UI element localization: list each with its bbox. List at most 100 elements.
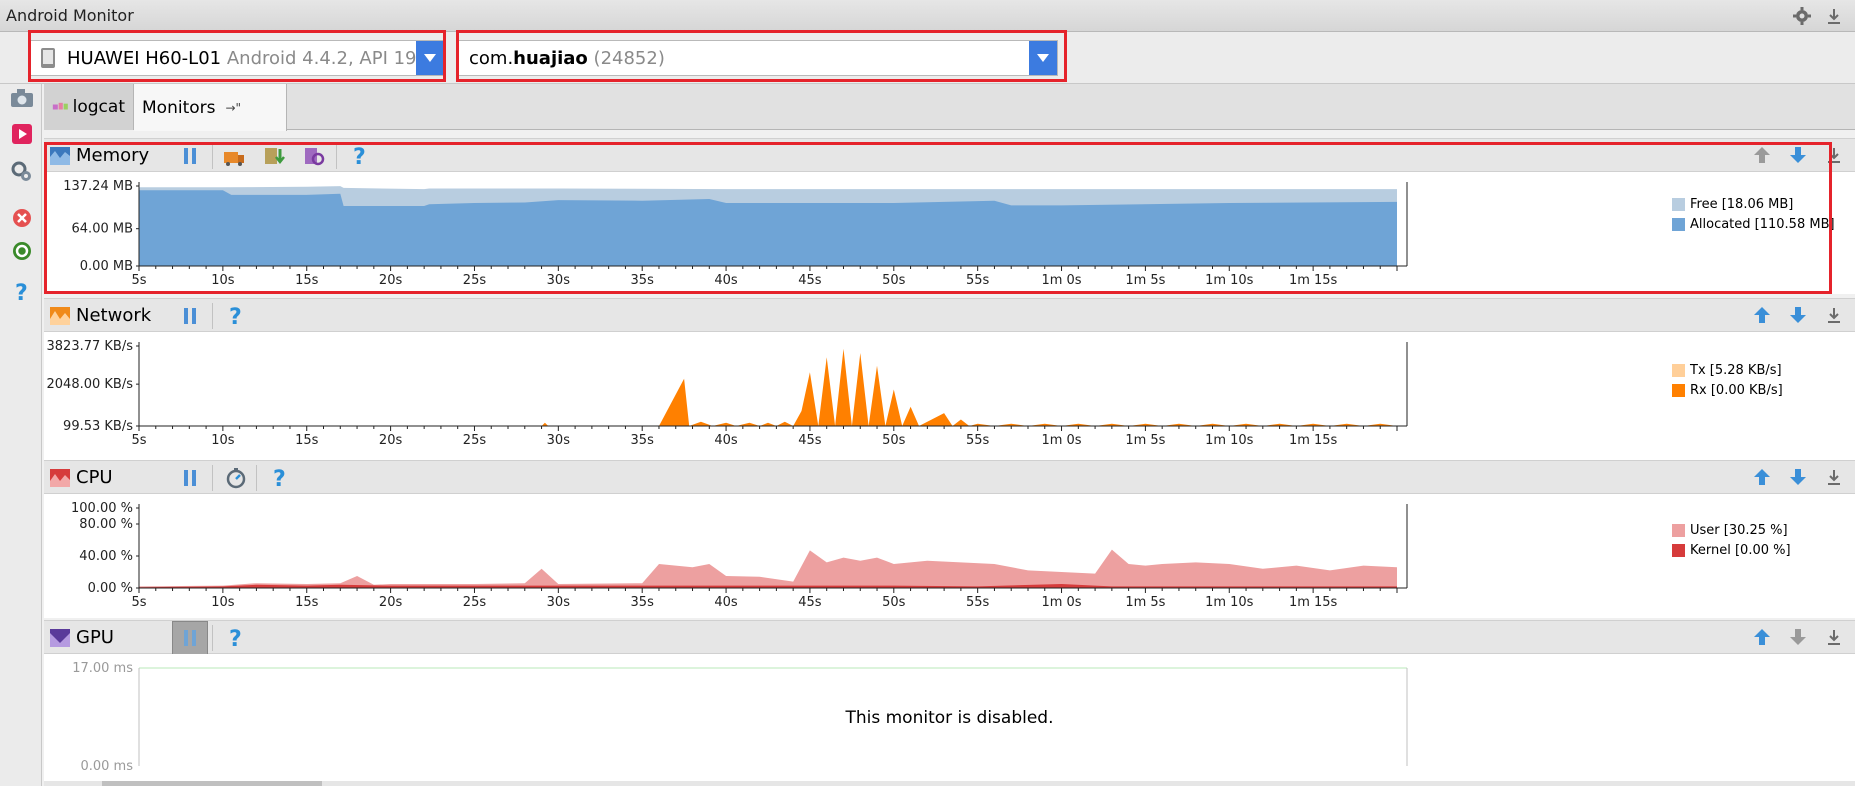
arrow-up-icon[interactable] (1751, 626, 1773, 648)
svg-text:?: ? (229, 627, 242, 650)
horizontal-scrollbar[interactable] (44, 781, 1855, 786)
x-tick-label: 1m 15s (1289, 433, 1338, 448)
tab-logcat[interactable]: logcat (44, 84, 134, 130)
x-tick-label: 50s (882, 595, 906, 610)
memory-panel-header: Memory ? (44, 138, 1855, 172)
x-tick-label: 5s (131, 595, 146, 610)
help-icon[interactable]: ? (10, 280, 34, 304)
legend-swatch (1672, 197, 1685, 211)
legend-item-free: Free [18.06 MB] (1672, 194, 1835, 214)
help-icon[interactable]: ? (268, 466, 292, 490)
arrow-down-icon[interactable] (1787, 626, 1809, 648)
tab-monitors[interactable]: Monitors →" (134, 84, 287, 131)
initiate-gc-icon[interactable] (222, 144, 246, 168)
minimize-panel-icon[interactable] (1823, 466, 1845, 488)
x-tick-label: 25s (463, 433, 487, 448)
x-tick-label: 10s (211, 273, 235, 288)
legend-item-kernel: Kernel [0.00 %] (1672, 540, 1791, 560)
x-tick-label: 45s (798, 273, 822, 288)
phone-icon (41, 48, 55, 68)
camera-icon[interactable] (10, 86, 34, 110)
y-tick-label: 80.00 % (79, 517, 133, 532)
allocation-tracking-icon[interactable] (302, 144, 326, 168)
help-icon[interactable]: ? (224, 304, 248, 328)
y-tick-label: 64.00 MB (72, 222, 133, 237)
stopwatch-icon[interactable] (224, 466, 248, 490)
arrow-up-icon[interactable] (1751, 144, 1773, 166)
legend-label: Rx [0.00 KB/s] (1690, 382, 1783, 398)
y-tick-label: 0.00 MB (80, 259, 133, 274)
arrow-up-icon[interactable] (1751, 466, 1773, 488)
y-tick-label: 40.00 % (79, 549, 133, 564)
pause-icon[interactable] (178, 466, 202, 490)
y-tick-label: 99.53 KB/s (63, 419, 133, 434)
system-info-icon[interactable] (10, 160, 34, 184)
process-prefix: com. (469, 47, 514, 69)
legend-label: Allocated [110.58 MB] (1690, 216, 1835, 232)
x-tick-label: 20s (379, 595, 403, 610)
scrollbar-thumb[interactable] (102, 781, 322, 786)
memory-legend: Free [18.06 MB] Allocated [110.58 MB] (1672, 194, 1835, 234)
device-os: Android 4.4.2, API 19 (226, 47, 416, 69)
cpu-panel-title: CPU (76, 467, 113, 488)
terminate-app-icon[interactable] (10, 206, 34, 230)
tab-pin-icon[interactable]: →" (225, 101, 241, 115)
series-area-rx (139, 348, 1397, 426)
arrow-down-icon[interactable] (1787, 144, 1809, 166)
x-tick-label: 1m 15s (1289, 595, 1338, 610)
minimize-panel-icon[interactable] (1823, 626, 1845, 648)
x-tick-label: 1m 10s (1205, 273, 1254, 288)
gc-icon[interactable] (10, 239, 34, 263)
help-icon[interactable]: ? (348, 144, 372, 168)
x-tick-label: 50s (882, 433, 906, 448)
tab-logcat-label: logcat (72, 97, 125, 117)
x-tick-label: 55s (966, 433, 990, 448)
minimize-icon[interactable] (1823, 5, 1845, 27)
memory-chart-panel: 137.24 MB 64.00 MB 0.00 MB 5s 10s 15s 20s 25s 30… (44, 172, 1855, 294)
pause-icon[interactable] (178, 304, 202, 328)
x-tick-label: 20s (379, 433, 403, 448)
process-dropdown[interactable]: com.huajiao (24852) (458, 40, 1058, 76)
x-tick-label: 1m 5s (1125, 273, 1165, 288)
svg-text:?: ? (229, 305, 242, 328)
network-chart: 3823.77 KB/s 2048.00 KB/s 99.53 KB/s5s 10s 1… (47, 339, 1408, 448)
svg-text:?: ? (15, 281, 28, 304)
dump-java-heap-icon[interactable] (262, 144, 286, 168)
gpu-disabled-message: This monitor is disabled. (845, 708, 1054, 728)
process-pid: (24852) (593, 47, 665, 69)
help-icon[interactable]: ? (224, 626, 248, 650)
cpu-chart-panel: 100.00 % 80.00 % 40.00 % 0.00 % 5s 10s 15s 20s 2… (44, 494, 1855, 618)
arrow-up-icon[interactable] (1751, 304, 1773, 326)
gear-icon[interactable] (1791, 5, 1813, 27)
record-icon[interactable] (10, 122, 34, 146)
x-tick-label: 30s (547, 595, 571, 610)
arrow-down-icon[interactable] (1787, 466, 1809, 488)
minimize-panel-icon[interactable] (1823, 304, 1845, 326)
device-dropdown[interactable]: HUAWEI H60-L01 Android 4.4.2, API 19 (30, 40, 445, 76)
pause-icon[interactable] (178, 144, 202, 168)
x-tick-label: 45s (798, 595, 822, 610)
x-tick-label: 40s (714, 433, 738, 448)
window-title: Android Monitor (6, 6, 134, 25)
x-tick-label: 1m 10s (1205, 595, 1254, 610)
x-tick-label: 25s (463, 595, 487, 610)
y-tick-label: 3823.77 KB/s (47, 339, 134, 354)
tab-strip: logcat Monitors →" (44, 84, 1855, 131)
x-tick-label: 55s (966, 273, 990, 288)
x-tick-label: 1m 5s (1125, 595, 1165, 610)
pause-icon[interactable] (172, 621, 208, 655)
tab-monitors-label: Monitors (142, 97, 216, 118)
y-tick-label: 17.00 ms (72, 661, 133, 676)
minimize-panel-icon[interactable] (1823, 144, 1845, 166)
x-tick-label: 15s (295, 273, 319, 288)
chevron-down-icon[interactable] (416, 41, 444, 75)
y-tick-label: 2048.00 KB/s (47, 377, 134, 392)
svg-text:?: ? (353, 145, 366, 168)
arrow-down-icon[interactable] (1787, 304, 1809, 326)
x-tick-label: 35s (631, 595, 655, 610)
x-tick-label: 20s (379, 273, 403, 288)
legend-item-tx: Tx [5.28 KB/s] (1672, 360, 1783, 380)
x-tick-label: 25s (463, 273, 487, 288)
chevron-down-icon[interactable] (1029, 41, 1057, 75)
svg-text:?: ? (273, 467, 286, 490)
